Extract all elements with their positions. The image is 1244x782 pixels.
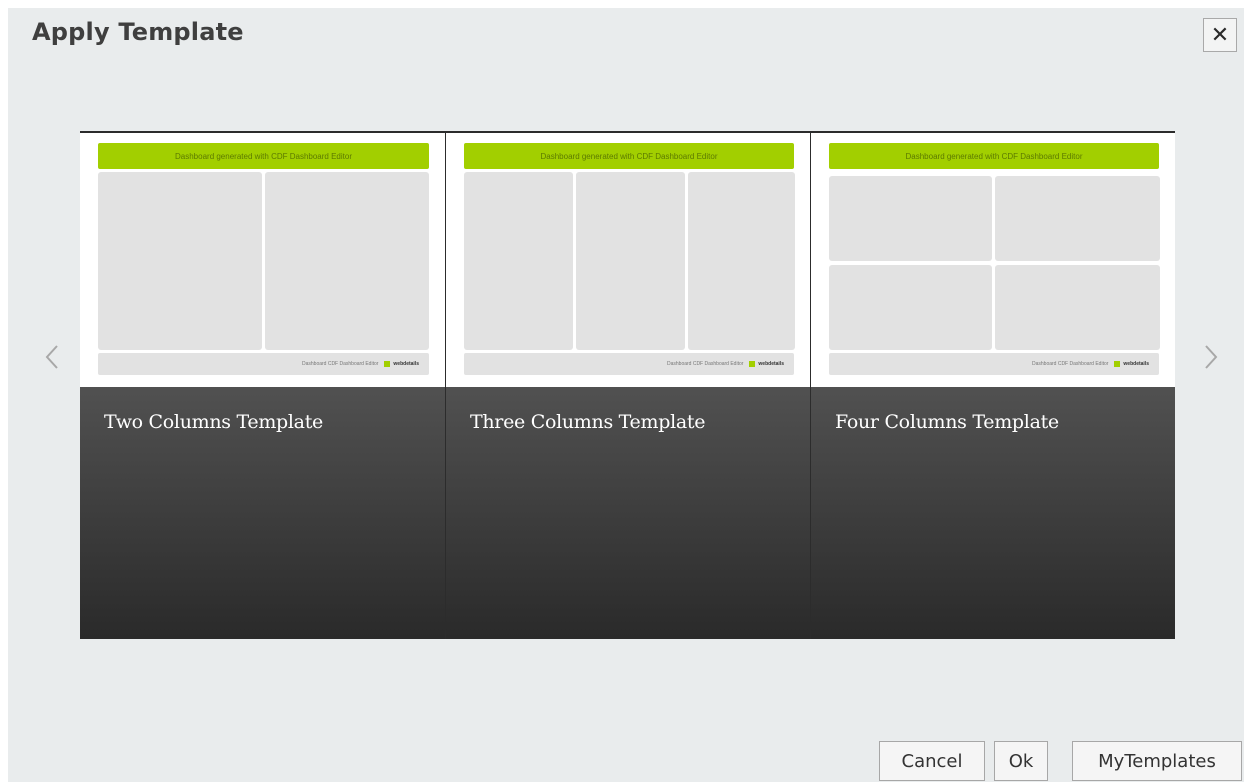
dialog-title: Apply Template bbox=[32, 18, 244, 46]
thumbnail-pane bbox=[829, 265, 992, 350]
thumbnail-footer: Dashboard CDF Dashboard Editor webdetail… bbox=[829, 353, 1159, 375]
logo-text: webdetails bbox=[758, 361, 784, 367]
thumbnail-logo: webdetails bbox=[1114, 361, 1149, 367]
template-card-two-columns[interactable]: Dashboard generated with CDF Dashboard E… bbox=[80, 131, 445, 639]
thumbnail-body bbox=[829, 172, 1160, 350]
logo-text: webdetails bbox=[393, 361, 419, 367]
template-thumbnail: Dashboard generated with CDF Dashboard E… bbox=[80, 131, 445, 387]
thumbnail-header: Dashboard generated with CDF Dashboard E… bbox=[829, 143, 1159, 169]
thumbnail-pane bbox=[829, 176, 992, 261]
template-label: Two Columns Template bbox=[104, 411, 323, 433]
template-card-four-columns[interactable]: Dashboard generated with CDF Dashboard E… bbox=[810, 131, 1175, 639]
chevron-left-icon bbox=[45, 345, 58, 369]
ok-button[interactable]: Ok bbox=[994, 741, 1048, 781]
close-button[interactable]: ✕ bbox=[1203, 18, 1237, 52]
thumbnail-footer-text: Dashboard CDF Dashboard Editor bbox=[301, 361, 379, 367]
thumbnail-footer-text: Dashboard CDF Dashboard Editor bbox=[1031, 361, 1109, 367]
my-templates-button[interactable]: MyTemplates bbox=[1072, 741, 1242, 781]
close-icon: ✕ bbox=[1210, 22, 1230, 48]
template-label: Four Columns Template bbox=[835, 411, 1059, 433]
thumbnail-pane bbox=[995, 265, 1160, 350]
thumbnail-body bbox=[464, 172, 795, 350]
apply-template-dialog: Apply Template ✕ Dashboard generated wit… bbox=[8, 8, 1244, 782]
template-thumbnail: Dashboard generated with CDF Dashboard E… bbox=[811, 131, 1175, 387]
thumbnail-logo: webdetails bbox=[749, 361, 784, 367]
thumbnail-footer: Dashboard CDF Dashboard Editor webdetail… bbox=[98, 353, 429, 375]
logo-mark-icon bbox=[1114, 361, 1121, 367]
thumbnail-pane bbox=[98, 172, 262, 350]
cancel-button[interactable]: Cancel bbox=[879, 741, 985, 781]
logo-mark-icon bbox=[384, 361, 391, 367]
logo-mark-icon bbox=[749, 361, 756, 367]
thumbnail-footer: Dashboard CDF Dashboard Editor webdetail… bbox=[464, 353, 794, 375]
thumbnail-pane bbox=[688, 172, 795, 350]
thumbnail-pane bbox=[464, 172, 573, 350]
thumbnail-logo: webdetails bbox=[384, 361, 419, 367]
thumbnail-pane bbox=[576, 172, 685, 350]
thumbnail-pane bbox=[995, 176, 1160, 261]
template-thumbnail: Dashboard generated with CDF Dashboard E… bbox=[446, 131, 810, 387]
logo-text: webdetails bbox=[1123, 361, 1149, 367]
thumbnail-pane bbox=[265, 172, 429, 350]
template-card-three-columns[interactable]: Dashboard generated with CDF Dashboard E… bbox=[445, 131, 810, 639]
chevron-right-icon bbox=[1205, 345, 1218, 369]
thumbnail-footer-text: Dashboard CDF Dashboard Editor bbox=[666, 361, 744, 367]
template-carousel: Dashboard generated with CDF Dashboard E… bbox=[80, 131, 1175, 639]
carousel-prev-button[interactable] bbox=[41, 340, 63, 374]
thumbnail-header: Dashboard generated with CDF Dashboard E… bbox=[98, 143, 429, 169]
carousel-next-button[interactable] bbox=[1200, 340, 1222, 374]
thumbnail-body bbox=[98, 172, 429, 350]
thumbnail-header: Dashboard generated with CDF Dashboard E… bbox=[464, 143, 794, 169]
template-label: Three Columns Template bbox=[470, 411, 706, 433]
